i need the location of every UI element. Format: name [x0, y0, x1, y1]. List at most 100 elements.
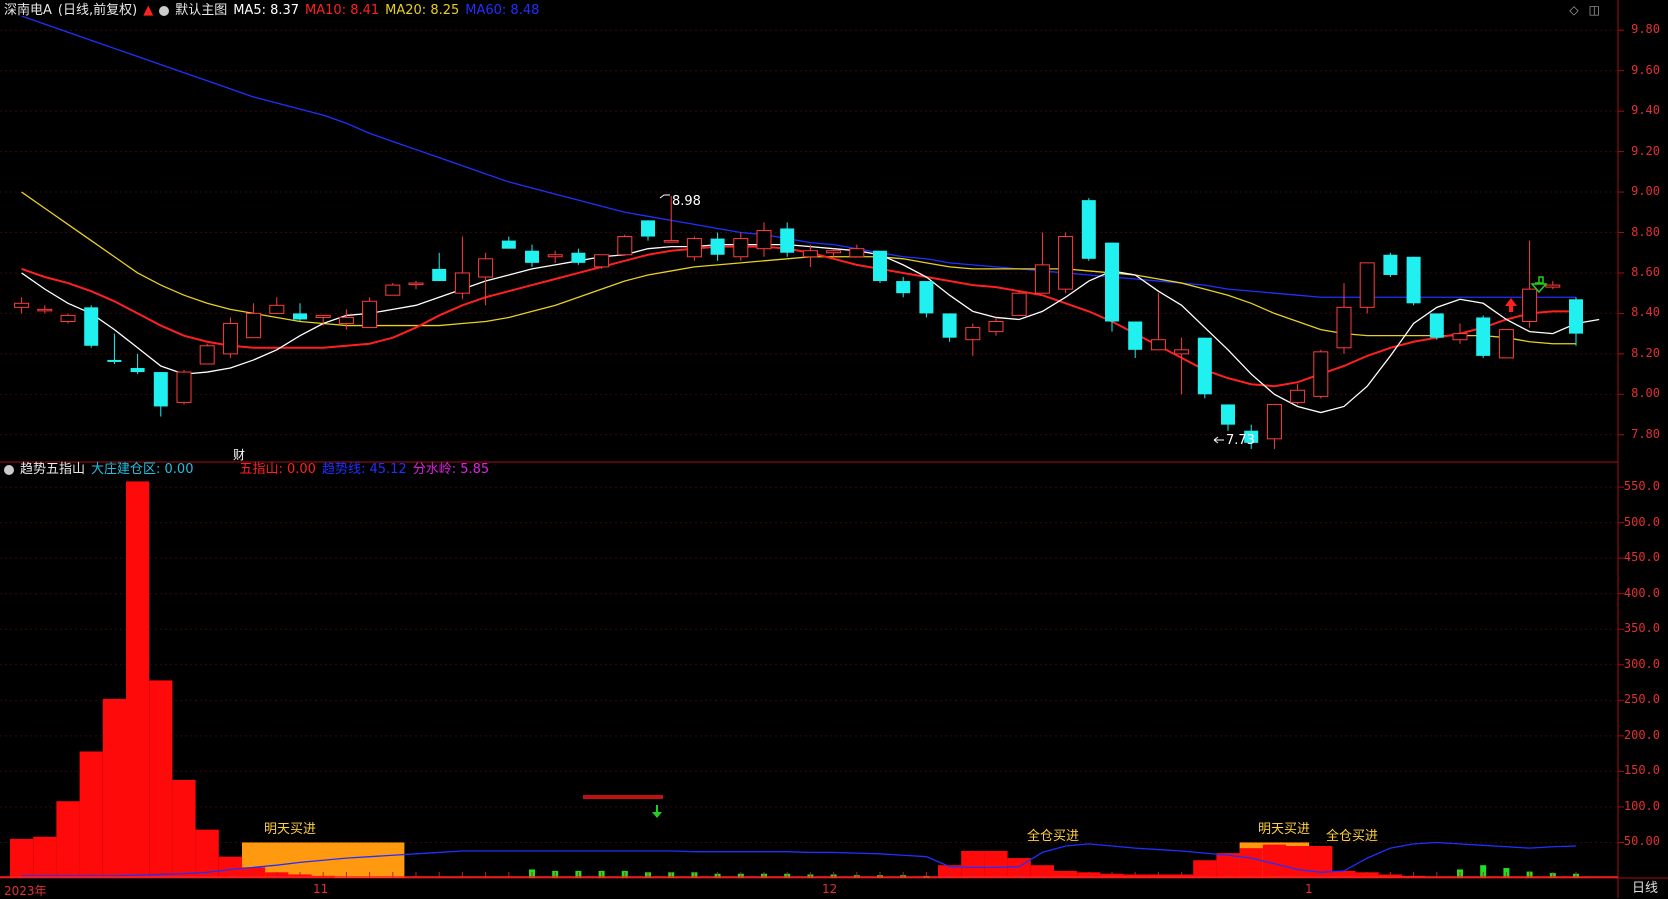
indicator-header: 趋势五指山 大庄建仓区: 0.00 五指山: 0.00 趋势线: 45.12 分…	[4, 462, 489, 478]
candle	[1081, 198, 1096, 261]
candle	[1128, 321, 1143, 358]
candle-body	[1081, 200, 1096, 259]
high-price-mark: 8.98	[672, 194, 701, 209]
candle	[686, 236, 702, 261]
candle-body	[1336, 306, 1352, 349]
wuzhishan-bar	[33, 836, 57, 878]
diamond-icon[interactable]: ◇	[1569, 3, 1578, 17]
candle	[432, 252, 447, 282]
x-label-jan: 1	[1305, 882, 1313, 896]
candle-body	[315, 314, 331, 318]
price-tick-label: 8.00	[1631, 386, 1660, 401]
cai-badge[interactable]: 财	[233, 446, 245, 463]
wuzhishan-bar	[102, 698, 126, 878]
buy-arrow-icon	[1505, 298, 1517, 312]
wuzhishan-bar	[149, 680, 173, 878]
candle	[1383, 252, 1398, 277]
price-tick-label: 8.20	[1631, 345, 1660, 360]
candle	[176, 370, 192, 405]
stock-name[interactable]: 深南电A	[4, 3, 52, 19]
period-mode: (日线,前复权)	[57, 3, 138, 18]
candle-body	[1383, 254, 1398, 275]
candle	[571, 248, 586, 265]
candle-body	[478, 258, 494, 278]
candle	[269, 297, 285, 314]
candle-body	[501, 240, 516, 249]
candle	[965, 323, 981, 356]
candle-body	[153, 372, 168, 407]
candle	[1313, 349, 1329, 399]
candle	[710, 232, 725, 261]
candle	[501, 236, 516, 249]
candle	[1476, 315, 1491, 358]
candle-body	[362, 300, 378, 329]
candle	[1452, 323, 1468, 344]
candle-body	[408, 282, 424, 286]
indicator-tick-label: 250.0	[1623, 692, 1660, 707]
period-button[interactable]: 日线	[1632, 877, 1658, 896]
candle	[60, 313, 76, 324]
candle	[641, 220, 655, 241]
kline-chart[interactable]	[0, 0, 1668, 898]
wuzhishan-bar	[172, 779, 196, 878]
candle-body	[780, 228, 795, 253]
price-tick-label: 9.00	[1631, 184, 1660, 199]
candle-body	[222, 323, 238, 355]
candle	[1058, 232, 1074, 294]
candle	[1359, 262, 1375, 314]
main-chart-label[interactable]: 默认主图	[175, 3, 227, 19]
candle-body	[1128, 321, 1143, 350]
candle	[617, 234, 633, 256]
indicator-tick-label: 550.0	[1623, 479, 1660, 494]
candle-body	[246, 312, 262, 339]
candle	[896, 277, 911, 298]
low-price-mark: 7.73	[1226, 433, 1255, 448]
candle	[246, 303, 262, 339]
candle	[873, 250, 887, 284]
candle	[338, 309, 354, 330]
candle-body	[641, 220, 655, 237]
indicator-name[interactable]: 趋势五指山	[20, 462, 85, 478]
candle-body	[849, 248, 865, 258]
indicator-tick-label: 50.00	[1623, 834, 1660, 849]
candle-body	[176, 371, 192, 403]
panel-toggle-icon[interactable]: ◫	[1589, 3, 1600, 17]
candle-body	[663, 240, 679, 243]
candle-body	[1058, 236, 1074, 290]
indicator-tick-label: 400.0	[1623, 585, 1660, 600]
candle-body	[1290, 389, 1306, 403]
price-tick-label: 8.40	[1631, 305, 1660, 320]
wuzhishan-bar	[79, 751, 103, 878]
candle-body	[1105, 242, 1119, 322]
candle-body	[1498, 329, 1514, 359]
candle-body	[1359, 262, 1375, 308]
up-arrow-icon: ▲	[143, 3, 154, 18]
indicator-dropdown-icon[interactable]	[4, 465, 14, 475]
candle-body	[710, 238, 725, 255]
candle	[1105, 242, 1119, 332]
candle	[293, 303, 307, 322]
candle-body	[826, 250, 842, 254]
candle	[222, 317, 238, 358]
candle-body	[130, 368, 145, 373]
candle-body	[385, 284, 401, 296]
candle	[802, 244, 818, 267]
indicator-tick-label: 200.0	[1623, 727, 1660, 742]
indicator-tick-label: 100.0	[1623, 798, 1660, 813]
candle	[733, 232, 749, 261]
candle	[1498, 329, 1514, 359]
wuzhishan-label: 五指山: 0.00	[239, 462, 316, 477]
candle-body	[1522, 288, 1538, 322]
ma60-label: MA60: 8.48	[465, 3, 540, 18]
settings-circle-icon[interactable]	[159, 6, 170, 16]
candle-body	[1429, 313, 1444, 338]
candle-body	[1034, 264, 1050, 294]
candle	[1290, 384, 1306, 405]
candle-body	[84, 307, 99, 346]
price-tick-label: 9.80	[1631, 22, 1660, 37]
candle	[1174, 337, 1190, 395]
indicator-tick-label: 500.0	[1623, 514, 1660, 529]
candle-layer	[14, 196, 1583, 449]
price-tick-label: 9.20	[1631, 143, 1660, 158]
candle	[37, 305, 53, 314]
